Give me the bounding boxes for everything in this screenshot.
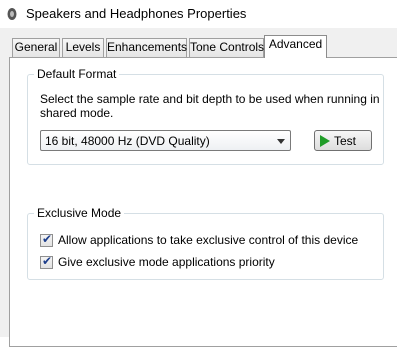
tab-label: Enhancements [107, 40, 188, 54]
tab-strip: General Levels Enhancements Tone Control… [12, 35, 397, 59]
exclusive-priority-label[interactable]: Give exclusive mode applications priorit… [58, 256, 275, 269]
checkmark-icon: ✔ [42, 232, 53, 246]
advanced-tab-page: Default Format Select the sample rate an… [9, 57, 397, 347]
properties-window: Speakers and Headphones Properties Gener… [0, 0, 397, 347]
window-title: Speakers and Headphones Properties [26, 6, 247, 21]
format-dropdown[interactable]: 16 bit, 48000 Hz (DVD Quality) [40, 130, 291, 151]
allow-exclusive-control-label[interactable]: Allow applications to take exclusive con… [58, 234, 358, 247]
default-format-group: Default Format Select the sample rate an… [27, 67, 384, 165]
exclusive-priority-checkbox[interactable]: ✔ [40, 254, 53, 269]
allow-exclusive-control-checkbox[interactable]: ✔ [40, 232, 53, 247]
chevron-down-icon [277, 139, 285, 144]
tab-enhancements[interactable]: Enhancements [106, 38, 187, 57]
checkmark-icon: ✔ [42, 254, 53, 268]
tab-label: General [14, 40, 58, 54]
tab-general[interactable]: General [12, 38, 60, 57]
title-bar[interactable]: Speakers and Headphones Properties [0, 0, 397, 28]
default-format-description: Select the sample rate and bit depth to … [40, 92, 380, 120]
tab-levels[interactable]: Levels [62, 38, 104, 57]
dialog-body: General Levels Enhancements Tone Control… [0, 28, 397, 347]
tab-tone-controls[interactable]: Tone Controls [189, 38, 264, 57]
play-icon [320, 135, 330, 147]
tab-label: Levels [65, 40, 101, 54]
tab-advanced[interactable]: Advanced [264, 35, 327, 58]
test-button-label: Test [334, 134, 357, 148]
tab-label: Tone Controls [190, 40, 265, 54]
test-button[interactable]: Test [314, 130, 372, 151]
tab-label: Advanced [268, 37, 323, 51]
default-format-legend: Default Format [34, 67, 120, 81]
exclusive-mode-group: Exclusive Mode ✔ Allow applications to t… [27, 206, 384, 280]
exclusive-mode-legend: Exclusive Mode [34, 206, 125, 220]
speaker-icon [7, 8, 17, 20]
format-dropdown-value: 16 bit, 48000 Hz (DVD Quality) [45, 134, 210, 148]
